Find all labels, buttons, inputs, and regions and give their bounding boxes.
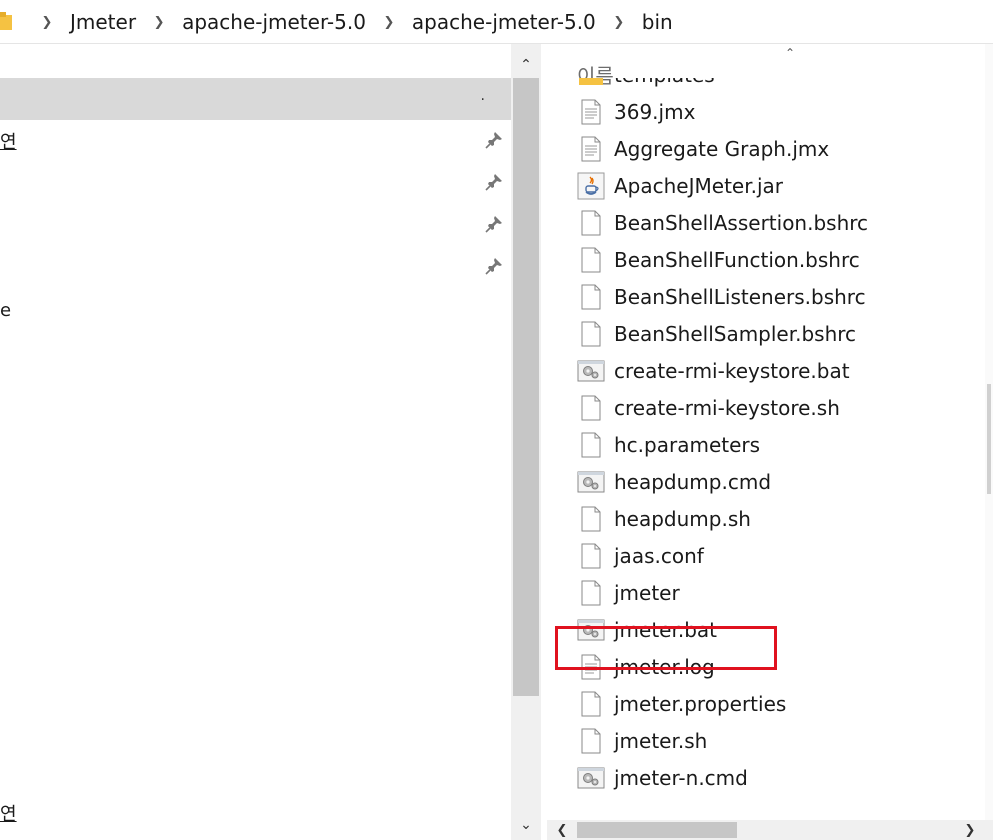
highlight-annotation-box bbox=[555, 626, 777, 670]
text-file-icon bbox=[577, 135, 605, 163]
blank-file-icon bbox=[577, 246, 605, 274]
file-name: templates bbox=[614, 78, 715, 87]
blank-file-icon bbox=[577, 690, 605, 718]
file-list-vertical-scrollbar[interactable] bbox=[985, 44, 993, 820]
nav-pane-scrollbar[interactable]: ⌃ ⌄ bbox=[511, 44, 541, 840]
file-row[interactable]: BeanShellSampler.bshrc bbox=[577, 315, 977, 352]
file-name: create-rmi-keystore.bat bbox=[614, 358, 850, 383]
breadcrumb: ❯ Jmeter ❯ apache-jmeter-5.0 ❯ apache-jm… bbox=[34, 0, 683, 44]
sort-ascending-icon: ⌃ bbox=[785, 46, 796, 60]
file-name: BeanShellFunction.bshrc bbox=[614, 247, 860, 272]
breadcrumb-item-jmeter[interactable]: Jmeter bbox=[60, 10, 146, 34]
blank-file-icon bbox=[577, 320, 605, 348]
batch-file-icon bbox=[577, 357, 605, 385]
file-name: 369.jmx bbox=[614, 99, 696, 124]
nav-item-label[interactable]: 연 bbox=[0, 800, 17, 826]
blank-file-icon bbox=[577, 505, 605, 533]
file-name: Aggregate Graph.jmx bbox=[614, 136, 830, 161]
pin-icon[interactable] bbox=[484, 214, 504, 234]
file-row[interactable]: ApacheJMeter.jar bbox=[577, 167, 977, 204]
file-row[interactable]: Aggregate Graph.jmx bbox=[577, 130, 977, 167]
breadcrumb-item-bin[interactable]: bin bbox=[632, 10, 683, 34]
nav-item-label[interactable]: e bbox=[0, 300, 11, 321]
blank-file-icon bbox=[577, 727, 605, 755]
scrollbar-thumb[interactable] bbox=[987, 384, 991, 494]
file-row[interactable]: 369.jmx bbox=[577, 93, 977, 130]
file-row[interactable]: jmeter.sh bbox=[577, 722, 977, 759]
folder-icon bbox=[577, 78, 605, 89]
file-list: templates 369.jmx Aggregate Graph.jmx Apach… bbox=[547, 78, 993, 820]
file-row[interactable]: create-rmi-keystore.sh bbox=[577, 389, 977, 426]
blank-file-icon bbox=[577, 579, 605, 607]
file-name: jmeter-n.cmd bbox=[614, 765, 748, 790]
nav-item-label: . bbox=[480, 88, 485, 104]
file-name: BeanShellAssertion.bshrc bbox=[614, 210, 869, 235]
file-row[interactable]: jmeter-n.cmd bbox=[577, 759, 977, 796]
breadcrumb-item-apache-jmeter-outer[interactable]: apache-jmeter-5.0 bbox=[172, 10, 376, 34]
text-file-icon bbox=[577, 98, 605, 126]
blank-file-icon bbox=[577, 209, 605, 237]
chevron-right-icon[interactable]: ❯ bbox=[606, 15, 632, 30]
scrollbar-thumb[interactable] bbox=[577, 822, 737, 838]
file-row[interactable]: hc.parameters bbox=[577, 426, 977, 463]
blank-file-icon bbox=[577, 542, 605, 570]
file-name: heapdump.sh bbox=[614, 506, 751, 531]
chevron-right-icon[interactable]: ❯ bbox=[376, 15, 402, 30]
java-jar-icon bbox=[577, 172, 605, 200]
nav-item-label[interactable]: 연 bbox=[0, 128, 17, 154]
scroll-up-arrow-icon[interactable]: ⌃ bbox=[511, 50, 541, 80]
navigation-pane[interactable]: . 연 e 연 bbox=[0, 44, 511, 840]
batch-file-icon bbox=[577, 468, 605, 496]
file-name: jaas.conf bbox=[614, 543, 704, 568]
address-bar[interactable]: ❯ Jmeter ❯ apache-jmeter-5.0 ❯ apache-jm… bbox=[0, 0, 993, 44]
blank-file-icon bbox=[577, 283, 605, 311]
pin-icon[interactable] bbox=[484, 130, 504, 150]
file-name: BeanShellListeners.bshrc bbox=[614, 284, 866, 309]
folder-icon bbox=[0, 12, 12, 30]
file-row[interactable]: jmeter.properties bbox=[577, 685, 977, 722]
file-row[interactable]: templates bbox=[577, 78, 977, 93]
blank-file-icon bbox=[577, 394, 605, 422]
file-row[interactable]: BeanShellListeners.bshrc bbox=[577, 278, 977, 315]
pin-icon[interactable] bbox=[484, 172, 504, 192]
file-name: jmeter.sh bbox=[614, 728, 708, 753]
scroll-right-arrow-icon[interactable]: ❯ bbox=[955, 820, 985, 840]
file-row[interactable]: jmeter bbox=[577, 574, 977, 611]
file-row[interactable]: heapdump.sh bbox=[577, 500, 977, 537]
scroll-down-arrow-icon[interactable]: ⌄ bbox=[511, 810, 541, 840]
file-name: create-rmi-keystore.sh bbox=[614, 395, 840, 420]
chevron-right-icon[interactable]: ❯ bbox=[34, 15, 60, 30]
nav-item-selected[interactable]: . bbox=[0, 78, 511, 120]
file-name: hc.parameters bbox=[614, 432, 761, 457]
scrollbar-thumb[interactable] bbox=[513, 78, 539, 696]
scroll-left-arrow-icon[interactable]: ❮ bbox=[547, 820, 577, 840]
file-row[interactable]: create-rmi-keystore.bat bbox=[577, 352, 977, 389]
blank-file-icon bbox=[577, 431, 605, 459]
chevron-right-icon[interactable]: ❯ bbox=[146, 15, 172, 30]
file-name: jmeter.properties bbox=[614, 691, 787, 716]
file-row[interactable]: BeanShellAssertion.bshrc bbox=[577, 204, 977, 241]
file-list-horizontal-scrollbar[interactable]: ❮ ❯ bbox=[547, 820, 993, 840]
file-row[interactable]: BeanShellFunction.bshrc bbox=[577, 241, 977, 278]
pin-icon[interactable] bbox=[484, 256, 504, 276]
file-row[interactable]: jaas.conf bbox=[577, 537, 977, 574]
file-row[interactable]: heapdump.cmd bbox=[577, 463, 977, 500]
breadcrumb-item-apache-jmeter-inner[interactable]: apache-jmeter-5.0 bbox=[402, 10, 606, 34]
file-name: heapdump.cmd bbox=[614, 469, 772, 494]
file-list-pane[interactable]: ⌃ 이름 templates369.jmxAggregate Graph.jmx… bbox=[547, 44, 993, 820]
file-name: ApacheJMeter.jar bbox=[614, 173, 783, 198]
file-name: BeanShellSampler.bshrc bbox=[614, 321, 857, 346]
batch-file-icon bbox=[577, 764, 605, 792]
file-name: jmeter bbox=[614, 580, 680, 605]
